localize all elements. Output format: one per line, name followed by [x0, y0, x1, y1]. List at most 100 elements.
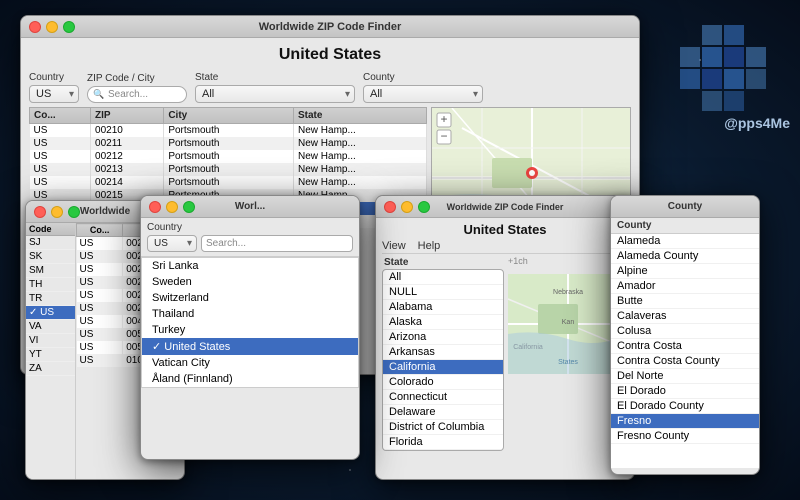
county-field-group: County All — [363, 72, 483, 103]
county-list-item[interactable]: Alameda — [611, 234, 759, 249]
list-item[interactable]: YT — [26, 348, 75, 362]
right-close-button[interactable] — [384, 201, 396, 213]
state-list-item[interactable]: California — [383, 360, 503, 375]
state-list-item[interactable]: All — [383, 270, 503, 285]
right-heading: United States — [382, 220, 628, 239]
state-list-item[interactable]: NULL — [383, 285, 503, 300]
state-label: State — [195, 72, 355, 83]
left-window-title: Worldwide — [80, 206, 130, 217]
list-item[interactable]: VA — [26, 320, 75, 334]
county-list-item[interactable]: Colusa — [611, 324, 759, 339]
county-window: County County AlamedaAlameda CountyAlpin… — [610, 195, 760, 475]
county-list-item[interactable]: Del Norte — [611, 369, 759, 384]
dropdown-item[interactable]: ✓ United States — [142, 338, 358, 355]
list-item[interactable]: TR — [26, 292, 75, 306]
left-traffic-lights — [34, 206, 80, 218]
minimize-button[interactable] — [46, 21, 58, 33]
list-item[interactable]: ZA — [26, 362, 75, 376]
county-list-item[interactable]: Alpine — [611, 264, 759, 279]
logo-text: @pps4Me — [680, 115, 790, 131]
right-minimize-button[interactable] — [401, 201, 413, 213]
dropdown-item[interactable]: Sweden — [142, 274, 358, 290]
col-country: Co... — [30, 108, 91, 124]
county-list-item[interactable]: Alameda County — [611, 249, 759, 264]
left-maximize-button[interactable] — [68, 206, 80, 218]
state-column-header: State — [382, 256, 504, 269]
list-item[interactable]: SJ — [26, 236, 75, 250]
dropdown-item[interactable]: Vatican City — [142, 355, 358, 371]
dropdown-traffic-lights — [149, 201, 195, 213]
county-list-item[interactable]: El Dorado County — [611, 399, 759, 414]
dropdown-item[interactable]: Turkey — [142, 322, 358, 338]
col-state: State — [294, 108, 427, 124]
right-maximize-button[interactable] — [418, 201, 430, 213]
state-list-item[interactable]: Alabama — [383, 300, 503, 315]
country-select[interactable]: US — [29, 85, 79, 103]
list-item[interactable]: ✓ US — [26, 306, 75, 320]
dropdown-close-button[interactable] — [149, 201, 161, 213]
dropdown-item[interactable]: Åland (Finnland) — [142, 371, 358, 387]
app-logo: @pps4Me — [680, 25, 790, 131]
country-field-group: Country US — [29, 72, 79, 103]
svg-text:States: States — [558, 359, 578, 366]
table-row[interactable]: US00211PortsmouthNew Hamp... — [30, 137, 427, 150]
dropdown-item[interactable]: Sri Lanka — [142, 258, 358, 274]
state-field-group: State All — [195, 72, 355, 103]
close-button[interactable] — [29, 21, 41, 33]
state-list-item[interactable]: Arizona — [383, 330, 503, 345]
right-title-bar: Worldwide ZIP Code Finder — [376, 196, 634, 218]
state-list-item[interactable]: Connecticut — [383, 390, 503, 405]
list-item[interactable]: VI — [26, 334, 75, 348]
dropdown-item[interactable]: Switzerland — [142, 290, 358, 306]
dropdown-minimize-button[interactable] — [166, 201, 178, 213]
county-list-item[interactable]: Calaveras — [611, 309, 759, 324]
table-row[interactable]: US00212PortsmouthNew Hamp... — [30, 150, 427, 163]
state-list-item[interactable]: Delaware — [383, 405, 503, 420]
state-select[interactable]: All — [195, 85, 355, 103]
right-traffic-lights — [384, 201, 430, 213]
state-list-item[interactable]: District of Columbia — [383, 420, 503, 435]
state-list-item[interactable]: Arkansas — [383, 345, 503, 360]
county-label: County — [363, 72, 483, 83]
main-title-bar: Worldwide ZIP Code Finder — [21, 16, 639, 38]
table-row[interactable]: US00210PortsmouthNew Hamp... — [30, 124, 427, 138]
left-minimize-button[interactable] — [51, 206, 63, 218]
county-select[interactable]: All — [363, 85, 483, 103]
dropdown-window-title: Worl... — [235, 201, 265, 212]
left-close-button[interactable] — [34, 206, 46, 218]
search-field[interactable]: Search... — [87, 86, 187, 103]
app-heading: United States — [29, 42, 631, 68]
dropdown-country-select[interactable]: US — [147, 235, 197, 252]
menu-help[interactable]: Help — [418, 240, 441, 252]
list-item[interactable]: SM — [26, 264, 75, 278]
county-list-item[interactable]: Fresno County — [611, 429, 759, 444]
county-list-item[interactable]: Amador — [611, 279, 759, 294]
col-zip: ZIP — [91, 108, 164, 124]
dropdown-search[interactable]: Search... — [201, 235, 353, 252]
menu-view[interactable]: View — [382, 240, 406, 252]
traffic-lights — [29, 21, 75, 33]
window-title: Worldwide ZIP Code Finder — [259, 21, 402, 33]
county-list-item[interactable]: Contra Costa County — [611, 354, 759, 369]
county-list-item[interactable]: Fresno — [611, 414, 759, 429]
list-item[interactable]: SK — [26, 250, 75, 264]
table-row[interactable]: US00214PortsmouthNew Hamp... — [30, 176, 427, 189]
county-list-item[interactable]: Butte — [611, 294, 759, 309]
svg-text:−: − — [440, 129, 447, 143]
state-list-item[interactable]: Florida — [383, 435, 503, 450]
table-row[interactable]: US00213PortsmouthNew Hamp... — [30, 163, 427, 176]
zip-city-label: ZIP Code / City — [87, 73, 187, 84]
list-item[interactable]: TH — [26, 278, 75, 292]
col-city: City — [164, 108, 294, 124]
state-list-item[interactable]: Colorado — [383, 375, 503, 390]
country-list: Sri LankaSwedenSwitzerlandThailandTurkey… — [141, 257, 359, 388]
county-list-item[interactable]: Contra Costa — [611, 339, 759, 354]
dropdown-maximize-button[interactable] — [183, 201, 195, 213]
dropdown-item[interactable]: Thailand — [142, 306, 358, 322]
zip-city-field-group: ZIP Code / City Search... — [87, 73, 187, 103]
state-list-item[interactable]: Alaska — [383, 315, 503, 330]
maximize-button[interactable] — [63, 21, 75, 33]
county-list-item[interactable]: El Dorado — [611, 384, 759, 399]
right-window: Worldwide ZIP Code Finder United States … — [375, 195, 635, 480]
county-window-title: County — [668, 201, 702, 212]
